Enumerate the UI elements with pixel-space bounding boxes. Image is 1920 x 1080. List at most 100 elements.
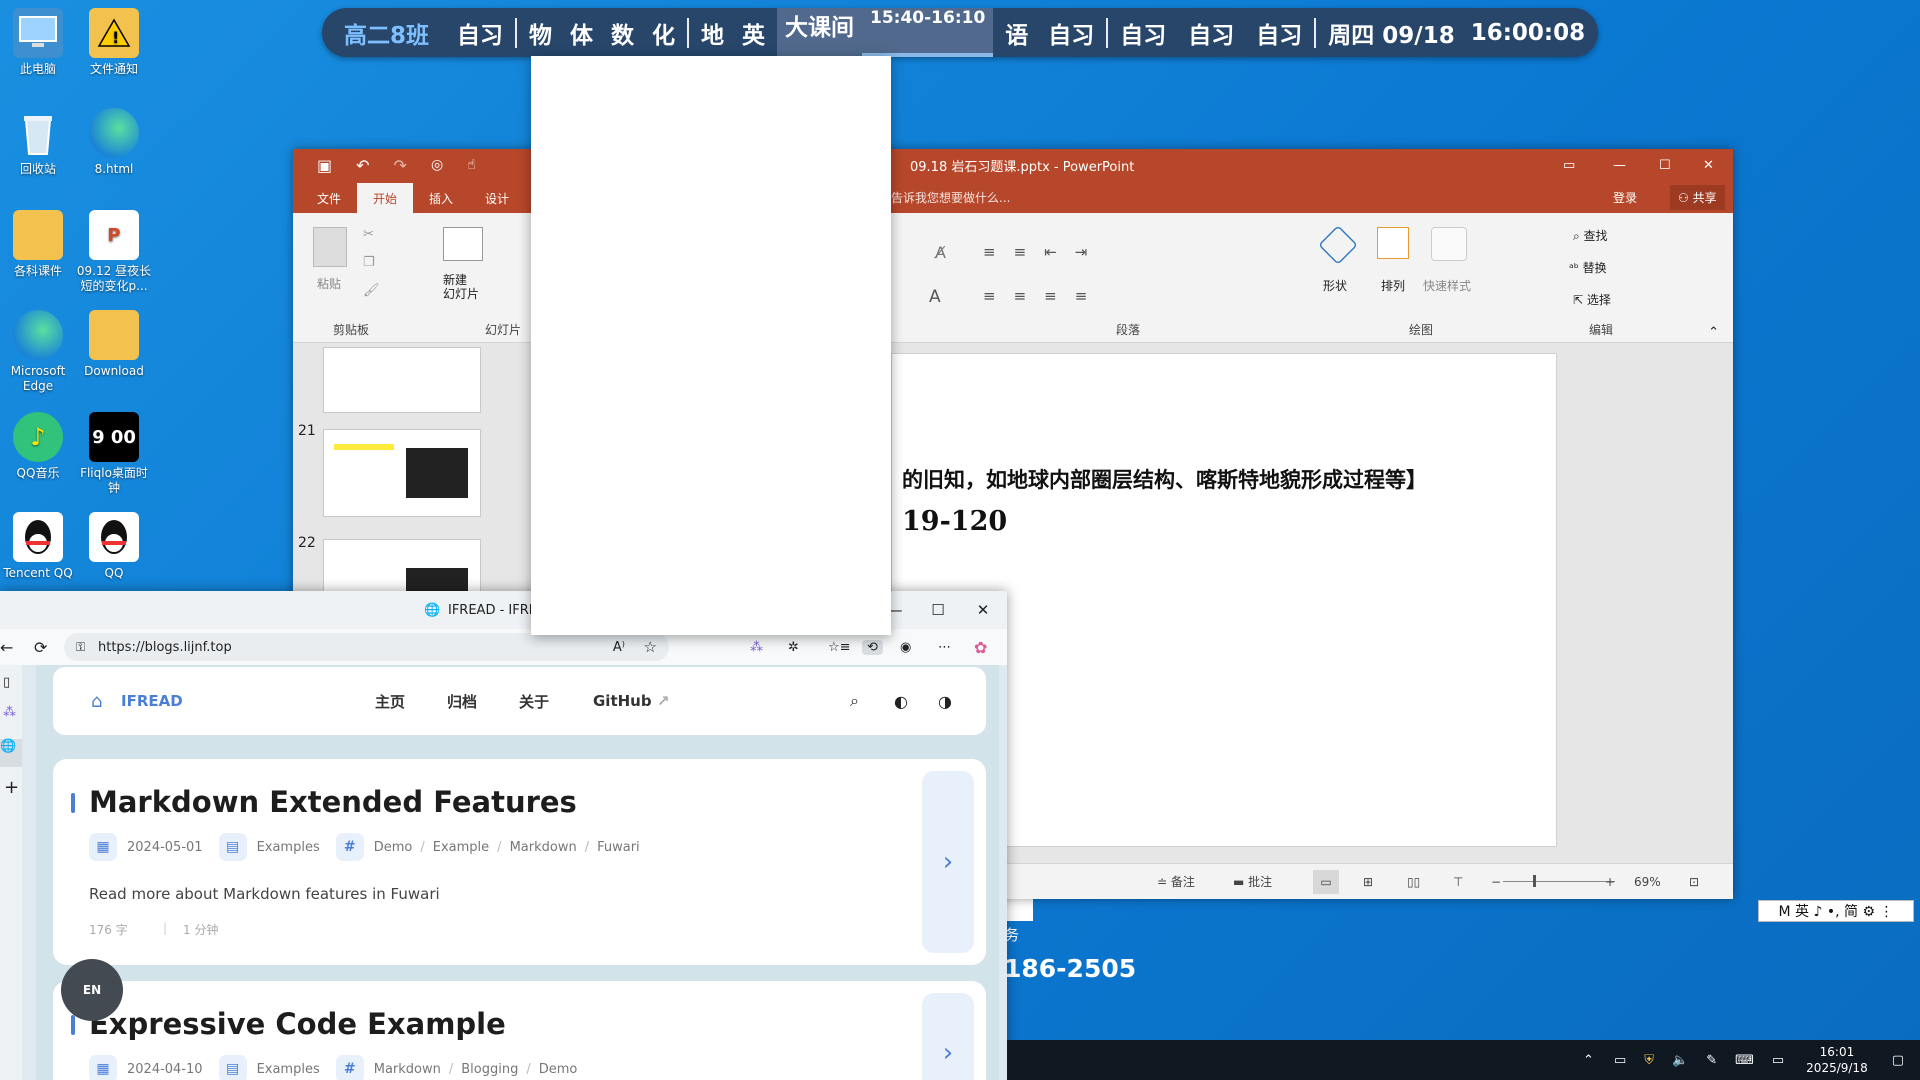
favorite-star-icon[interactable]: ☆ (644, 638, 657, 656)
taskbar-clock[interactable]: 16:01 2025/9/18 (1806, 1044, 1868, 1076)
desktop-icon-tencent-qq[interactable]: Tencent QQ (0, 512, 76, 581)
arrange-label[interactable]: 排列 (1381, 277, 1405, 294)
desktop-icon-recycle-bin[interactable]: 回收站 (0, 108, 76, 177)
copy-icon[interactable]: ❐ (363, 255, 375, 270)
slide-sorter-icon[interactable]: ⊞ (1363, 875, 1373, 889)
nav-home[interactable]: 主页 (375, 691, 405, 712)
network-icon[interactable]: ▭ (1614, 1053, 1626, 1068)
post-tag[interactable]: Example (433, 840, 489, 855)
shape-label[interactable]: 形状 (1323, 277, 1347, 294)
ime-toolbar[interactable]: M 英 ♪ •, 简 ⚙ ⋮ (1758, 900, 1914, 922)
slideshow-icon[interactable]: ◎ (431, 157, 443, 173)
shape-icon[interactable] (1318, 225, 1358, 265)
site-name[interactable]: IFREAD (121, 692, 183, 710)
maximize-icon[interactable]: ☐ (1659, 158, 1671, 173)
post-title[interactable]: Markdown Extended Features (89, 785, 577, 819)
zoom-in-icon[interactable]: + (1605, 875, 1615, 889)
desktop-icon-qq[interactable]: QQ (76, 512, 152, 581)
undo-icon[interactable]: ↶ (356, 156, 369, 175)
arrange-icon[interactable] (1377, 227, 1409, 259)
copilot-icon[interactable]: ✿ (974, 638, 987, 657)
nav-archive[interactable]: 归档 (447, 691, 477, 712)
sidebar-extension-icon[interactable]: ⁂ (3, 705, 16, 720)
read-aloud-icon[interactable]: A⁾ (613, 640, 625, 655)
post-card[interactable]: Markdown Extended Features ▦ 2024-05-01 … (53, 759, 986, 965)
signin-link[interactable]: 登录 (1613, 189, 1637, 206)
desktop-icon-fliqlo[interactable]: 9 00 Fliqlo桌面时钟 (76, 412, 152, 496)
ribbon-display-icon[interactable]: ▭ (1563, 158, 1575, 173)
font-color-icon[interactable]: A (929, 287, 941, 307)
reading-view-icon[interactable]: ▯▯ (1407, 875, 1420, 889)
share-button[interactable]: ⚇ 共享 (1670, 185, 1725, 210)
post-title[interactable]: Expressive Code Example (89, 1007, 506, 1041)
favorites-icon[interactable]: ☆≡ (828, 640, 851, 655)
quick-style-icon[interactable] (1431, 227, 1467, 261)
desktop-icon-pptx[interactable]: P 09.12 昼夜长短的变化p... (76, 210, 152, 294)
history-icon[interactable]: ⟲ (862, 639, 883, 655)
post-card[interactable]: Expressive Code Example ▦ 2024-04-10 ▤ E… (53, 981, 986, 1080)
nav-about[interactable]: 关于 (519, 691, 549, 712)
post-category[interactable]: Examples (257, 840, 320, 855)
notification-icon[interactable]: ▢ (1892, 1053, 1904, 1068)
save-icon[interactable]: ▣ (317, 156, 332, 175)
list-icons[interactable]: ≡≡⇤⇥ (983, 243, 1105, 261)
desktop-icon-8html[interactable]: 8.html (76, 108, 152, 177)
post-tag[interactable]: Demo (539, 1062, 578, 1077)
new-slide-label[interactable]: 新建 幻灯片 (443, 273, 479, 301)
slideshow-view-icon[interactable]: ⊤ (1453, 875, 1463, 889)
close-icon[interactable]: ✕ (1703, 158, 1714, 173)
address-bar[interactable]: ⚿ https://blogs.lijnf.top A⁾ ☆ (64, 633, 669, 661)
theme-toggle-icon[interactable]: ◑ (938, 692, 952, 711)
more-icon[interactable]: ⋯ (938, 640, 951, 655)
fit-slide-icon[interactable]: ⊡ (1689, 875, 1699, 889)
palette-icon[interactable]: ◐ (894, 692, 908, 711)
tab-file[interactable]: 文件 (301, 183, 357, 213)
slide-thumbnail[interactable] (323, 429, 481, 517)
nav-github[interactable]: GitHub ↗ (593, 692, 669, 710)
post-open-button[interactable]: › (922, 771, 974, 953)
zoom-level[interactable]: 69% (1634, 875, 1661, 889)
maximize-icon[interactable]: ☐ (915, 591, 961, 629)
refresh-icon[interactable]: ⟳ (34, 638, 47, 657)
volume-muted-icon[interactable]: 🔈 (1672, 1053, 1688, 1068)
zoom-out-icon[interactable]: − (1491, 875, 1501, 889)
post-tag[interactable]: Blogging (461, 1062, 518, 1077)
comments-button[interactable]: ▬ 批注 (1233, 873, 1272, 890)
tell-me-search[interactable]: 告诉我您想要做什么... (891, 189, 1010, 206)
find-button[interactable]: ⌕ 查找 (1573, 227, 1608, 244)
tray-expand-icon[interactable]: ⌃ (1583, 1053, 1594, 1068)
close-icon[interactable]: ✕ (960, 591, 1006, 629)
post-tag[interactable]: Markdown (510, 840, 577, 855)
post-category[interactable]: Examples (257, 1062, 320, 1077)
add-tab-icon[interactable]: + (4, 777, 19, 798)
search-icon[interactable]: ⌕ (850, 691, 859, 711)
post-tag[interactable]: Fuwari (597, 840, 640, 855)
pen-icon[interactable]: ✎ (1706, 1053, 1717, 1068)
quick-style-label[interactable]: 快速样式 (1423, 277, 1471, 294)
keyboard-icon[interactable]: ⌨ (1735, 1053, 1754, 1068)
post-open-button[interactable]: › (922, 993, 974, 1080)
desktop-icon-courseware[interactable]: 各科课件 (0, 210, 76, 279)
zoom-slider[interactable] (1503, 881, 1615, 882)
profile-avatar-icon[interactable]: ◉ (900, 640, 911, 655)
post-tag[interactable]: Markdown (374, 1062, 441, 1077)
back-icon[interactable]: ← (0, 638, 13, 657)
desktop-icon-file-notice[interactable]: ! 文件通知 (76, 8, 152, 77)
slide-thumbnail[interactable] (323, 347, 481, 413)
puzzle-icon[interactable]: ✲ (788, 640, 799, 655)
input-indicator-icon[interactable]: ▭ (1772, 1053, 1784, 1068)
sidebar-globe-icon[interactable]: 🌐 (0, 739, 22, 767)
desktop-icon-download[interactable]: Download (76, 310, 152, 379)
align-icons[interactable]: ≡≡≡≡ (983, 287, 1105, 305)
language-switch-button[interactable]: EN (61, 959, 123, 1021)
touch-mode-icon[interactable]: ☝ (467, 157, 476, 173)
minimize-icon[interactable]: — (1613, 158, 1626, 173)
format-painter-icon[interactable]: 🖌 (363, 283, 380, 298)
paste-icon[interactable] (313, 227, 347, 267)
notes-button[interactable]: ≐ 备注 (1157, 873, 1195, 890)
desktop-icon-qq-music[interactable]: ♪ QQ音乐 (0, 412, 76, 481)
normal-view-icon[interactable]: ▭ (1313, 869, 1339, 894)
security-icon[interactable]: ⛨ (1644, 1053, 1654, 1068)
tab-design[interactable]: 设计 (469, 183, 525, 213)
desktop-icon-this-pc[interactable]: 此电脑 (0, 8, 76, 77)
